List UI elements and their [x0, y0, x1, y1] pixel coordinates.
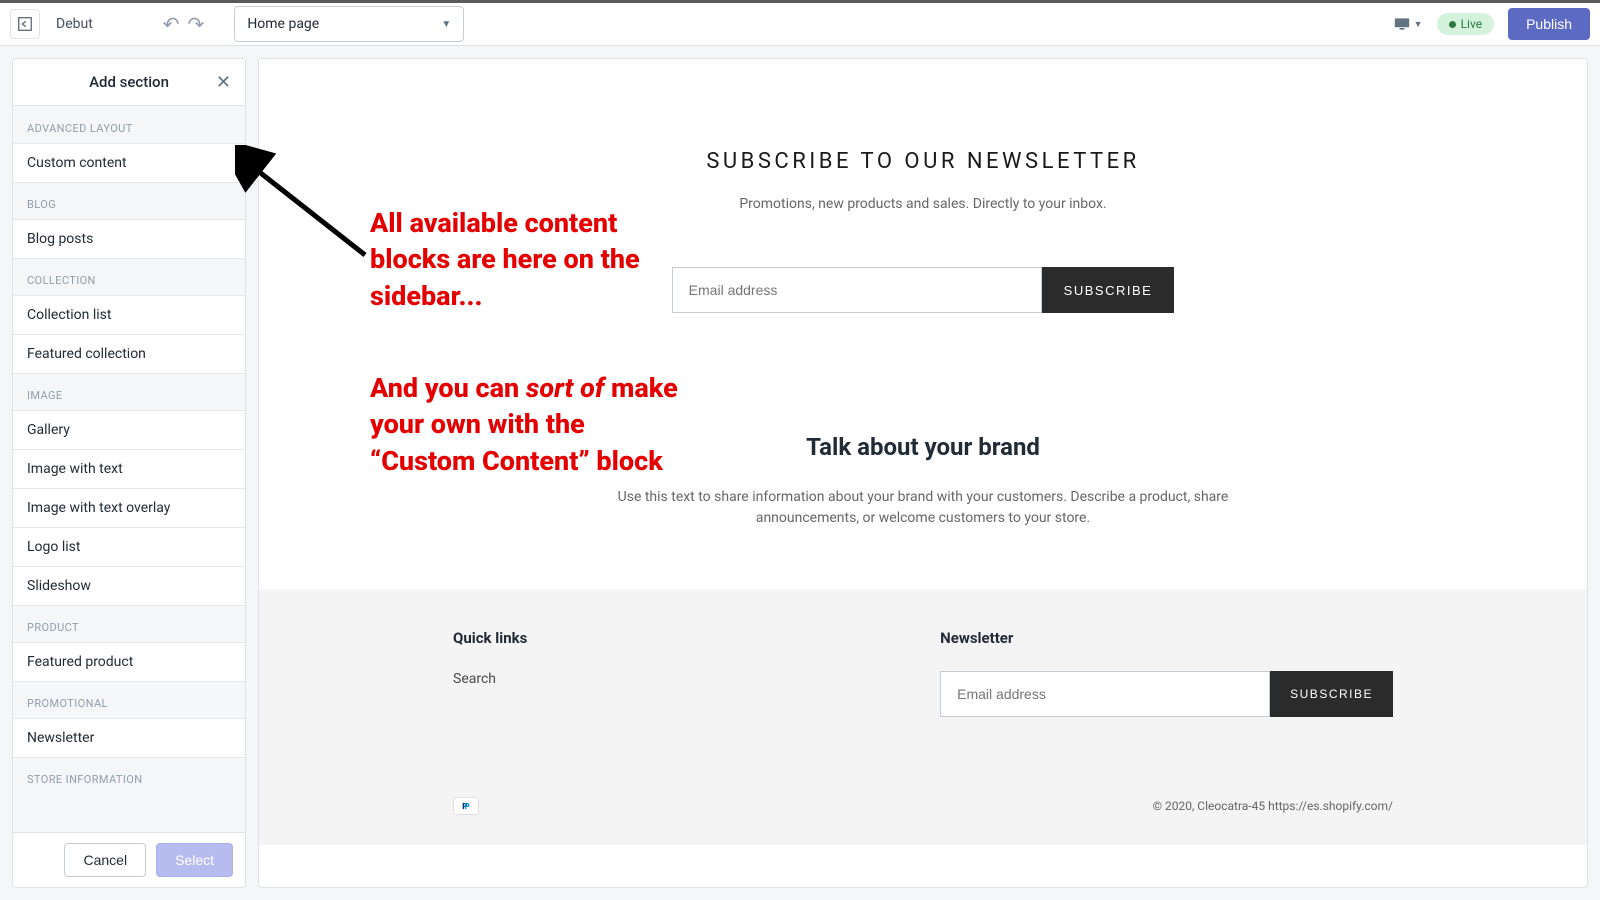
live-label: Live	[1461, 17, 1482, 31]
section-group-label: PRODUCT	[13, 605, 245, 642]
main-layout: Add section ✕ ADVANCED LAYOUTCustom cont…	[0, 46, 1600, 900]
footer-newsletter-heading: Newsletter	[940, 629, 1393, 647]
theme-name: Debut	[56, 16, 93, 32]
section-group-label: COLLECTION	[13, 258, 245, 295]
paypal-icon: PP	[453, 797, 479, 815]
top-bar: Debut ↶ ↷ Home page ▼ ▼ Live Publish	[0, 0, 1600, 46]
sidebar-footer: Cancel Select	[13, 832, 245, 887]
section-group-label: STORE INFORMATION	[13, 757, 245, 794]
exit-icon	[16, 15, 34, 33]
footer-newsletter-input[interactable]	[940, 671, 1270, 717]
section-group-label: IMAGE	[13, 373, 245, 410]
page-select-value: Home page	[247, 16, 319, 32]
sidebar-title: Add section	[89, 73, 169, 91]
section-item[interactable]: Image with text	[13, 449, 245, 489]
select-button[interactable]: Select	[156, 843, 233, 877]
section-group-label: BLOG	[13, 182, 245, 219]
newsletter-section: SUBSCRIBE TO OUR NEWSLETTER Promotions, …	[259, 59, 1587, 373]
footer-quick-links: Quick links Search	[453, 629, 527, 717]
newsletter-input-wrap	[672, 267, 1042, 313]
page-select-dropdown[interactable]: Home page ▼	[234, 6, 464, 42]
redo-button[interactable]: ↷	[188, 12, 205, 36]
exit-editor-button[interactable]	[10, 9, 40, 39]
preview-panel: SUBSCRIBE TO OUR NEWSLETTER Promotions, …	[258, 58, 1588, 888]
footer-newsletter-button[interactable]: SUBSCRIBE	[1270, 671, 1393, 717]
sidebar-container: Add section ✕ ADVANCED LAYOUTCustom cont…	[0, 46, 258, 900]
section-item[interactable]: Custom content	[13, 143, 245, 183]
preview-scroll[interactable]: SUBSCRIBE TO OUR NEWSLETTER Promotions, …	[259, 59, 1587, 887]
publish-button[interactable]: Publish	[1508, 8, 1590, 40]
copyright-text: © 2020, Cleocatra-45 https://es.shopify.…	[1153, 799, 1393, 813]
section-item[interactable]: Gallery	[13, 410, 245, 450]
live-status-pill: Live	[1437, 13, 1494, 35]
section-item[interactable]: Featured collection	[13, 334, 245, 374]
section-item[interactable]: Newsletter	[13, 718, 245, 758]
preview-content: SUBSCRIBE TO OUR NEWSLETTER Promotions, …	[259, 59, 1587, 845]
close-icon[interactable]: ✕	[216, 72, 231, 93]
sidebar-header: Add section ✕	[13, 59, 245, 106]
topbar-right: ▼ Live Publish	[1394, 8, 1590, 40]
section-group-label: PROMOTIONAL	[13, 681, 245, 718]
monitor-icon	[1394, 17, 1410, 31]
section-item[interactable]: Slideshow	[13, 566, 245, 606]
footer-newsletter-form: SUBSCRIBE	[940, 671, 1393, 717]
section-item[interactable]: Featured product	[13, 642, 245, 682]
cancel-button[interactable]: Cancel	[64, 843, 146, 877]
newsletter-email-input[interactable]	[673, 268, 1041, 312]
brand-text: Use this text to share information about…	[603, 487, 1243, 529]
chevron-down-icon: ▼	[441, 19, 451, 30]
section-item[interactable]: Image with text overlay	[13, 488, 245, 528]
footer-newsletter: Newsletter SUBSCRIBE	[940, 629, 1393, 717]
newsletter-subscribe-button[interactable]: SUBSCRIBE	[1042, 267, 1175, 313]
undo-button[interactable]: ↶	[163, 12, 180, 36]
device-preview-toggle[interactable]: ▼	[1394, 17, 1423, 31]
newsletter-heading: SUBSCRIBE TO OUR NEWSLETTER	[279, 149, 1567, 174]
footer-section: Quick links Search Newsletter SUBSCRIBE	[259, 589, 1587, 845]
footer-columns: Quick links Search Newsletter SUBSCRIBE	[453, 629, 1393, 717]
add-section-sidebar: Add section ✕ ADVANCED LAYOUTCustom cont…	[12, 58, 246, 888]
section-item[interactable]: Logo list	[13, 527, 245, 567]
chevron-down-icon: ▼	[1414, 19, 1423, 30]
section-item[interactable]: Blog posts	[13, 219, 245, 259]
quick-links-heading: Quick links	[453, 629, 527, 647]
brand-heading: Talk about your brand	[279, 433, 1567, 461]
topbar-left: Debut ↶ ↷ Home page ▼	[10, 6, 464, 42]
newsletter-subtext: Promotions, new products and sales. Dire…	[279, 196, 1567, 212]
brand-section: Talk about your brand Use this text to s…	[259, 373, 1587, 589]
section-item[interactable]: Collection list	[13, 295, 245, 335]
section-group-label: ADVANCED LAYOUT	[13, 106, 245, 143]
undo-redo-group: ↶ ↷	[163, 12, 205, 36]
sidebar-scroll-area[interactable]: ADVANCED LAYOUTCustom contentBLOGBlog po…	[13, 106, 245, 832]
footer-link-search[interactable]: Search	[453, 671, 527, 687]
footer-bottom: PP © 2020, Cleocatra-45 https://es.shopi…	[453, 717, 1393, 825]
newsletter-form: SUBSCRIBE	[279, 267, 1567, 313]
live-dot-icon	[1449, 21, 1456, 28]
